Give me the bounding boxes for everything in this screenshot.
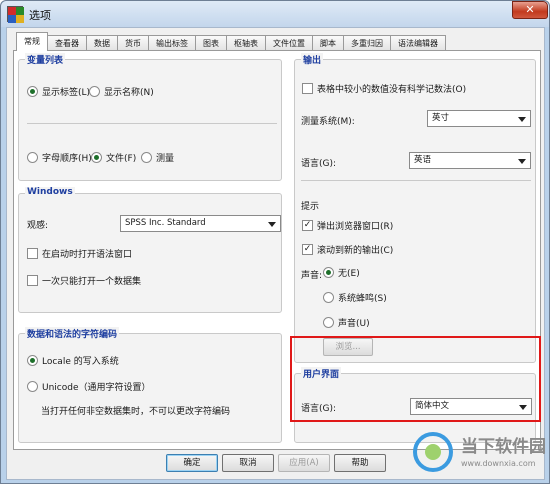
- radio-button[interactable]: [27, 152, 38, 163]
- alphabetical-option[interactable]: 字母顺序(H): [27, 151, 92, 164]
- single-dataset-check[interactable]: 一次只能打开一个数据集: [27, 274, 141, 287]
- no-scientific-notation-check[interactable]: 表格中较小的数值没有科学记数法(O): [302, 82, 466, 95]
- watermark: 当下软件园 www.downxia.com: [413, 430, 548, 480]
- tab-currency[interactable]: 货币: [117, 35, 149, 51]
- options-dialog: 选项 ✕ 常规 查看器 数据 货币 输出标签 图表 枢轴表 文件位置 脚本 多重…: [0, 0, 550, 484]
- check-label: 在启动时打开语法窗口: [42, 250, 133, 260]
- group-title: 输出: [301, 53, 324, 66]
- help-button[interactable]: 帮助: [334, 454, 386, 472]
- sound-label: 声音:: [301, 271, 323, 281]
- sound-none-option[interactable]: 无(E): [323, 266, 360, 279]
- look-value: SPSS Inc. Standard: [125, 218, 206, 228]
- tab-data[interactable]: 数据: [86, 35, 118, 51]
- tab-charts[interactable]: 图表: [195, 35, 227, 51]
- separator: [301, 180, 531, 181]
- output-language-value: 英语: [414, 155, 432, 165]
- check-label: 表格中较小的数值没有科学记数法(O): [317, 85, 467, 95]
- watermark-logo-icon: [413, 432, 453, 472]
- output-language-dropdown[interactable]: 英语: [409, 152, 531, 169]
- tab-output-labels[interactable]: 输出标签: [148, 35, 196, 51]
- measurement-order-option[interactable]: 测量: [141, 151, 174, 164]
- checkbox[interactable]: [27, 275, 38, 286]
- option-label: 无(E): [338, 269, 360, 279]
- popup-viewer-check[interactable]: ✓ 弹出浏览器窗口(R): [302, 219, 393, 232]
- windows-group: Windows 观感: SPSS Inc. Standard 在启动时打开语法窗…: [18, 187, 282, 313]
- tab-syntax-editor[interactable]: 语法编辑器: [390, 35, 446, 51]
- tab-general[interactable]: 常规: [16, 32, 48, 51]
- look-label: 观感:: [27, 221, 49, 231]
- radio-button[interactable]: [27, 355, 38, 366]
- radio-button[interactable]: [91, 152, 102, 163]
- look-dropdown[interactable]: SPSS Inc. Standard: [120, 215, 281, 232]
- file-order-option[interactable]: 文件(F): [91, 151, 136, 164]
- ok-button[interactable]: 确定: [166, 454, 218, 472]
- sound-file-option[interactable]: 声音(U): [323, 316, 370, 329]
- check-label: 一次只能打开一个数据集: [42, 277, 142, 287]
- checkbox-checked[interactable]: ✓: [302, 220, 313, 231]
- option-label: Locale 的写入系统: [42, 357, 119, 367]
- radio-button[interactable]: [323, 292, 334, 303]
- open-syntax-on-startup-check[interactable]: 在启动时打开语法窗口: [27, 247, 132, 260]
- checkbox-checked[interactable]: ✓: [302, 244, 313, 255]
- window-title: 选项: [29, 9, 51, 22]
- sound-beep-option[interactable]: 系统蜂鸣(S): [323, 291, 387, 304]
- cancel-button[interactable]: 取消: [222, 454, 274, 472]
- measurement-value: 英寸: [432, 113, 450, 123]
- red-highlight-box: [290, 336, 541, 422]
- option-label: 系统蜂鸣(S): [338, 294, 387, 304]
- tab-file-locations[interactable]: 文件位置: [265, 35, 313, 51]
- character-encoding-group: 数据和语法的字符编码 Locale 的写入系统 Unicode（通用字符设置） …: [18, 327, 282, 443]
- tab-strip: 常规 查看器 数据 货币 输出标签 图表 枢轴表 文件位置 脚本 多重归因 语法…: [16, 32, 446, 51]
- variable-list-group: 变量列表 显示标签(L) 显示名称(N) 字母顺序(H) 文件(F) 测量: [18, 53, 282, 181]
- measurement-dropdown[interactable]: 英寸: [427, 110, 531, 127]
- encoding-note: 当打开任何非空数据集时，不可以更改字符编码: [41, 407, 231, 417]
- option-label: 文件(F): [106, 154, 137, 164]
- option-label: 测量: [156, 154, 175, 164]
- notify-label: 提示: [301, 202, 320, 212]
- output-language-label: 语言(G):: [301, 159, 337, 169]
- group-title: 数据和语法的字符编码: [25, 327, 120, 340]
- close-button[interactable]: ✕: [512, 1, 548, 19]
- chevron-down-icon: [268, 222, 276, 227]
- option-label: 字母顺序(H): [42, 154, 92, 164]
- group-title: 变量列表: [25, 53, 66, 66]
- close-icon: ✕: [525, 3, 535, 16]
- option-label: 声音(U): [338, 319, 370, 329]
- measurement-label: 测量系统(M):: [301, 117, 355, 127]
- title-bar[interactable]: 选项 ✕: [1, 1, 549, 27]
- watermark-name: 当下软件园: [461, 437, 546, 457]
- output-group: 输出 表格中较小的数值没有科学记数法(O) 测量系统(M): 英寸 语言(G):…: [294, 53, 536, 363]
- tab-pivot-tables[interactable]: 枢轴表: [226, 35, 266, 51]
- option-label: Unicode（通用字符设置）: [42, 383, 151, 393]
- tab-viewer[interactable]: 查看器: [47, 35, 87, 51]
- locale-option[interactable]: Locale 的写入系统: [27, 354, 119, 367]
- radio-button[interactable]: [323, 267, 334, 278]
- tab-scripts[interactable]: 脚本: [312, 35, 344, 51]
- checkbox[interactable]: [27, 248, 38, 259]
- tab-multiple-imputation[interactable]: 多重归因: [343, 35, 391, 51]
- check-label: 弹出浏览器窗口(R): [317, 222, 394, 232]
- chevron-down-icon: [518, 159, 526, 164]
- checkbox[interactable]: [302, 83, 313, 94]
- radio-button[interactable]: [27, 381, 38, 392]
- radio-button[interactable]: [323, 317, 334, 328]
- option-label: 显示标签(L): [42, 88, 91, 98]
- unicode-option[interactable]: Unicode（通用字符设置）: [27, 380, 151, 393]
- apply-button[interactable]: 应用(A): [278, 454, 330, 472]
- display-names-option[interactable]: 显示名称(N): [89, 85, 154, 98]
- check-label: 滚动到新的输出(C): [317, 246, 394, 256]
- radio-button[interactable]: [141, 152, 152, 163]
- scroll-to-output-check[interactable]: ✓ 滚动到新的输出(C): [302, 243, 393, 256]
- spss-app-icon: [7, 6, 24, 23]
- group-title: Windows: [25, 187, 75, 197]
- display-labels-option[interactable]: 显示标签(L): [27, 85, 90, 98]
- radio-button[interactable]: [89, 86, 100, 97]
- chevron-down-icon: [518, 117, 526, 122]
- separator: [27, 123, 277, 124]
- option-label: 显示名称(N): [104, 88, 154, 98]
- watermark-url: www.downxia.com: [461, 459, 536, 468]
- radio-button[interactable]: [27, 86, 38, 97]
